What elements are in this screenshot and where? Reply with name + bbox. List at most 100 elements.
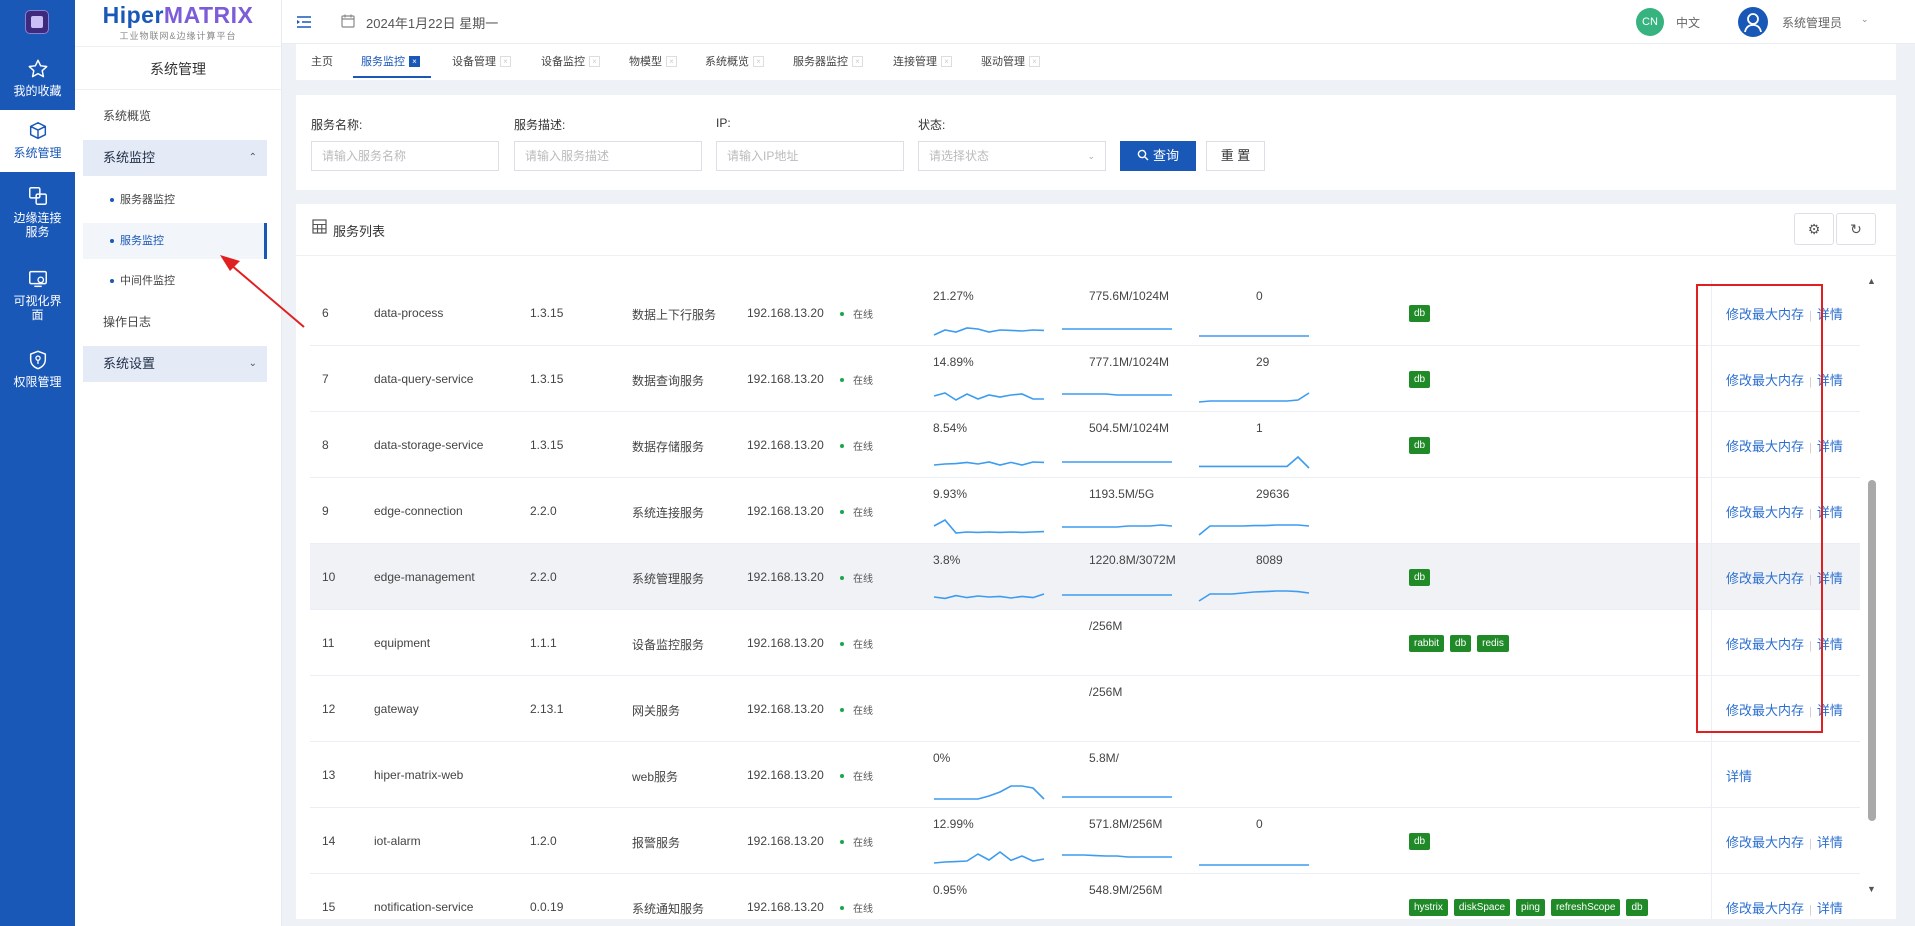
tab-device-management[interactable]: 设备管理 × <box>452 44 511 78</box>
table-scrollbar[interactable]: ▲ ▼ <box>1866 276 1878 898</box>
link-squares-icon <box>28 187 47 205</box>
close-icon[interactable]: × <box>753 55 764 67</box>
column-divider <box>1711 874 1712 919</box>
table-row: 13 hiper-matrix-web web服务 192.168.13.20 在线 0%… <box>310 742 1860 808</box>
sparkline-path <box>933 461 1045 466</box>
close-icon[interactable]: × <box>852 55 863 67</box>
detail-button[interactable]: 详情 <box>1726 769 1752 784</box>
service-version: 1.2.0 <box>530 834 557 848</box>
rail-perm-label: 权限管理 <box>13 375 62 389</box>
query-button[interactable]: 查询 <box>1120 141 1196 171</box>
current-date: 2024年1月22日 星期一 <box>366 16 499 31</box>
status-badge: 在线 <box>840 702 873 717</box>
star-icon <box>28 59 47 78</box>
cpu-usage: 14.89% <box>933 355 974 369</box>
service-ip: 192.168.13.20 <box>747 834 824 848</box>
thread-count: 8089 <box>1256 553 1283 567</box>
tab-thing-model[interactable]: 物模型 × <box>629 44 677 78</box>
memory-usage: 5.8M/ <box>1089 751 1120 765</box>
nav-system-overview[interactable]: 系统概览 <box>83 98 267 134</box>
service-ip: 192.168.13.20 <box>747 768 824 782</box>
table-grid-icon <box>312 219 327 234</box>
status-badge: 在线 <box>840 636 873 651</box>
tab-label: 驱动管理 <box>981 56 1025 68</box>
user-name[interactable]: 系统管理员 <box>1782 14 1842 31</box>
modify-max-memory-button[interactable]: 修改最大内存 <box>1726 835 1804 850</box>
close-icon[interactable]: × <box>589 55 600 67</box>
refresh-button[interactable]: ↻ <box>1836 213 1876 245</box>
service-desc-input[interactable] <box>514 141 702 171</box>
table-row: 7 data-query-service 1.3.15 数据查询服务 192.168.1… <box>310 346 1860 412</box>
column-settings-button[interactable]: ⚙ <box>1794 213 1834 245</box>
reset-button[interactable]: 重 置 <box>1206 141 1265 171</box>
memory-usage: /256M <box>1089 685 1123 699</box>
user-chevron-down-icon[interactable]: ⌄ <box>1861 14 1869 25</box>
service-description: web服务 <box>632 770 679 784</box>
service-version: 0.0.19 <box>530 900 564 914</box>
tab-driver-management[interactable]: 驱动管理 × <box>981 44 1040 78</box>
annotation-arrow-icon <box>220 255 305 328</box>
rail-favorites[interactable]: 我的收藏 <box>0 58 75 108</box>
table-row: 11 equipment 1.1.1 设备监控服务 192.168.13.20 在线/25… <box>310 610 1860 676</box>
status-badge: 在线 <box>840 834 873 849</box>
ip-input[interactable] <box>716 141 904 171</box>
nav-monitor-label: 系统监控 <box>103 150 156 165</box>
menu-collapse-icon[interactable] <box>296 14 312 30</box>
brand-subtitle: 工业物联网&边缘计算平台 <box>119 31 237 41</box>
nav-server-monitor[interactable]: 服务器监控 <box>83 182 267 218</box>
icon-rail: 我的收藏 系统管理 边缘连接服务 可视化界面 权限管理 <box>0 0 75 926</box>
sparkline-path <box>933 392 1044 401</box>
nav-system-settings[interactable]: 系统设置 ⌄ <box>83 346 267 382</box>
close-icon[interactable]: × <box>666 55 677 67</box>
user-avatar-icon[interactable] <box>1738 7 1768 37</box>
tab-home[interactable]: 主页 <box>311 44 333 78</box>
sparkline-path <box>933 593 1045 600</box>
tab-system-overview[interactable]: 系统概览 × <box>705 44 764 78</box>
rail-system-management[interactable]: 系统管理 <box>0 110 75 172</box>
health-tag: hystrix <box>1409 899 1448 916</box>
rail-edge-connection[interactable]: 边缘连接服务 <box>0 185 75 245</box>
table-row: 8 data-storage-service 1.3.15 数据存储服务 192.168… <box>310 412 1860 478</box>
search-icon <box>1137 149 1149 161</box>
tab-service-monitor[interactable]: 服务监控 × <box>353 44 431 78</box>
highlight-box <box>1696 284 1823 733</box>
service-description: 系统管理服务 <box>632 572 705 586</box>
service-version: 1.3.15 <box>530 438 564 452</box>
thread-count: 1 <box>1256 421 1263 435</box>
row-index: 7 <box>322 372 329 386</box>
brand-name: HiperMATRIX <box>102 2 254 28</box>
status-select[interactable]: 请选择状态 ⌄ <box>918 141 1106 171</box>
cpu-usage: 8.54% <box>933 421 968 435</box>
service-name-input[interactable] <box>311 141 499 171</box>
health-tags: db <box>1409 833 1436 850</box>
scrollbar-thumb[interactable] <box>1868 480 1876 821</box>
service-name: equipment <box>374 636 431 650</box>
rail-permissions[interactable]: 权限管理 <box>0 349 75 399</box>
close-icon[interactable]: × <box>409 55 420 67</box>
health-tag: db <box>1450 635 1472 652</box>
tab-server-monitor[interactable]: 服务器监控 × <box>793 44 863 78</box>
cpu-usage: 21.27% <box>933 289 974 303</box>
tab-device-monitor[interactable]: 设备监控 × <box>541 44 600 78</box>
status-badge: 在线 <box>840 306 873 321</box>
service-ip: 192.168.13.20 <box>747 504 824 518</box>
scroll-down-icon[interactable]: ▼ <box>1867 884 1876 894</box>
health-tags: rabbit db redis <box>1409 635 1515 652</box>
language-badge[interactable]: CN <box>1636 8 1664 36</box>
detail-button[interactable]: 详情 <box>1817 901 1843 916</box>
memory-sparkline <box>1062 594 1172 596</box>
query-label: 查询 <box>1152 148 1179 163</box>
rail-visualization[interactable]: 可视化界面 <box>0 268 75 328</box>
row-index: 9 <box>322 504 329 518</box>
close-icon[interactable]: × <box>941 55 952 67</box>
language-label[interactable]: 中文 <box>1676 14 1700 31</box>
close-icon[interactable]: × <box>1029 55 1040 67</box>
close-icon[interactable]: × <box>500 55 511 67</box>
detail-button[interactable]: 详情 <box>1817 835 1843 850</box>
cpu-usage: 3.8% <box>933 553 961 567</box>
scroll-up-icon[interactable]: ▲ <box>1867 276 1876 286</box>
tab-connection-management[interactable]: 连接管理 × <box>893 44 952 78</box>
service-ip: 192.168.13.20 <box>747 900 824 914</box>
modify-max-memory-button[interactable]: 修改最大内存 <box>1726 901 1804 916</box>
nav-system-monitor-group[interactable]: 系统监控 ⌃ <box>83 140 267 176</box>
